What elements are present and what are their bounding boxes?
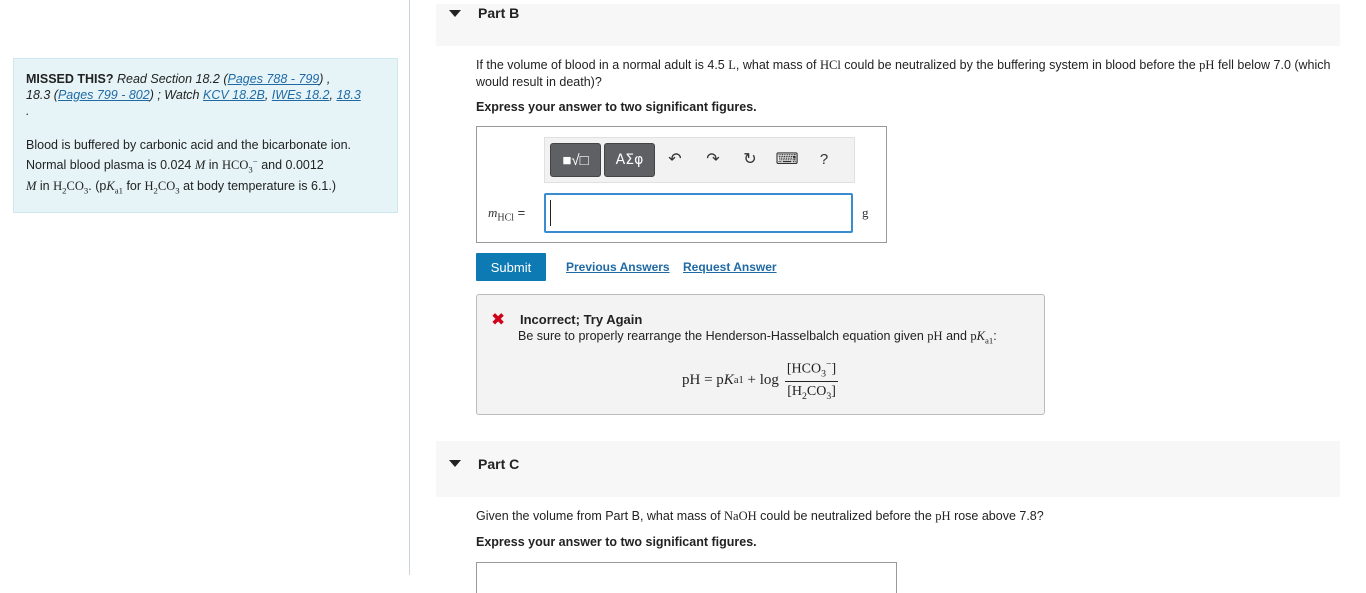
missed-this-label: MISSED THIS? (26, 72, 114, 86)
part-c-title: Part C (478, 456, 520, 472)
part-c-header[interactable]: Part C (436, 441, 1340, 497)
part-c-question: Given the volume from Part B, what mass … (476, 509, 1044, 523)
math-toolbar: ■√□ ΑΣφ ↶ ↷ ↻ ⌨ ? (544, 137, 855, 183)
reset-icon[interactable]: ↻ (737, 146, 763, 172)
keyboard-icon[interactable]: ⌨ (774, 146, 800, 172)
greek-symbols-button[interactable]: ΑΣφ (604, 143, 655, 177)
iwes-link[interactable]: IWEs 18.2 (272, 88, 330, 102)
missed-this-intro: MISSED THIS? Read Section 18.2 (Pages 78… (26, 71, 385, 119)
part-b-title: Part B (478, 5, 520, 21)
redo-icon[interactable]: ↷ (700, 146, 726, 172)
part-b-header[interactable]: Part B (436, 4, 1340, 46)
feedback-hint: Be sure to properly rearrange the Hender… (518, 329, 997, 346)
undo-icon[interactable]: ↶ (662, 146, 688, 172)
buffer-description: Blood is buffered by carbonic acid and t… (26, 138, 351, 196)
left-column: MISSED THIS? Read Section 18.2 (Pages 78… (0, 0, 410, 575)
text-cursor (550, 200, 551, 226)
collapse-caret-icon[interactable] (449, 460, 461, 467)
part-c-answer-box (476, 562, 897, 593)
pages-788-799-link[interactable]: Pages 788 - 799 (228, 72, 320, 86)
missed-this-box: MISSED THIS? Read Section 18.2 (Pages 78… (13, 58, 398, 213)
kcv-link[interactable]: KCV 18.2B (203, 88, 265, 102)
templates-button[interactable]: ■√□ (550, 143, 601, 177)
incorrect-icon: ✖ (491, 310, 506, 329)
feedback-title: Incorrect; Try Again (520, 312, 643, 327)
feedback-box: ✖ Incorrect; Try Again Be sure to proper… (476, 294, 1045, 415)
part-b-instruction: Express your answer to two significant f… (476, 100, 757, 114)
previous-answers-link[interactable]: Previous Answers (566, 260, 670, 274)
help-icon[interactable]: ? (811, 146, 837, 172)
submit-button[interactable]: Submit (476, 253, 546, 281)
part-b-question: If the volume of blood in a normal adult… (476, 58, 1331, 89)
pages-799-802-link[interactable]: Pages 799 - 802 (58, 88, 150, 102)
answer-label: mHCl = (488, 205, 526, 224)
answer-input[interactable] (544, 193, 853, 233)
request-answer-link[interactable]: Request Answer (683, 260, 777, 274)
collapse-caret-icon[interactable] (449, 10, 461, 17)
iwe-18-3-link[interactable]: 18.3 (336, 88, 360, 102)
henderson-hasselbalch-equation: pH = p Ka1 + log [HCO3−] [H2CO3] (682, 359, 839, 403)
part-c-instruction: Express your answer to two significant f… (476, 535, 757, 549)
answer-unit: g (862, 205, 869, 220)
answer-box: ■√□ ΑΣφ ↶ ↷ ↻ ⌨ ? mHCl = g (476, 126, 887, 243)
